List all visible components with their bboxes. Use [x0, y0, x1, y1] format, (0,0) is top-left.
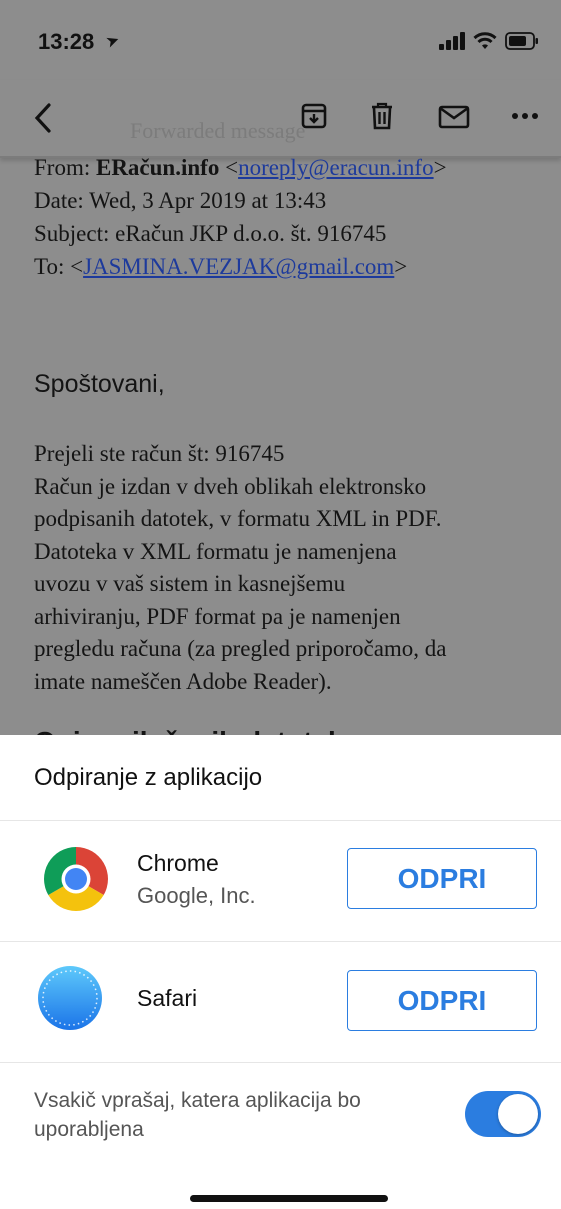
more-button[interactable] [508, 106, 542, 126]
to-email-link[interactable]: JASMINA.VEZJAK@gmail.com [83, 254, 394, 279]
wifi-icon [473, 32, 497, 49]
open-safari-button[interactable]: ODPRI [347, 970, 537, 1031]
from-label: From: [34, 155, 96, 180]
mark-unread-button[interactable] [436, 102, 472, 132]
email-view: 13:28 ➤ Forwarded message From: ERačun.i… [0, 0, 561, 735]
open-chrome-button[interactable]: ODPRI [347, 848, 537, 909]
app-name: Safari [137, 985, 198, 1011]
mail-icon [438, 105, 470, 129]
body-line: Datoteka v XML formatu je namenjena [34, 538, 397, 564]
app-developer: Google, Inc. [137, 883, 256, 908]
battery-icon [505, 32, 538, 50]
to-label: To: [34, 254, 71, 279]
from-email-link[interactable]: noreply@eracun.info [238, 155, 434, 180]
sheet-title: Odpiranje z aplikacijo [34, 764, 263, 791]
body-line: imate nameščen Adobe Reader). [34, 668, 332, 694]
more-icon [512, 113, 538, 119]
body-line: Prejeli ste račun št: 916745 [34, 441, 285, 466]
back-button[interactable] [28, 98, 58, 138]
date-line: Date: Wed, 3 Apr 2019 at 13:43 [34, 188, 327, 213]
email-body: Prejeli ste račun št: 916745 Račun je iz… [34, 438, 534, 698]
greeting: Spoštovani, [34, 370, 165, 398]
chevron-left-icon [34, 103, 51, 133]
toggle-knob [498, 1094, 538, 1134]
status-bar: 13:28 ➤ [0, 0, 561, 80]
to-line: To: <JASMINA.VEZJAK@gmail.com> [34, 254, 408, 279]
open-with-sheet: Odpiranje z aplikacijo Chrome Google, In… [0, 735, 561, 1209]
body-line: arhiviranju, PDF format pa je namenjen [34, 603, 401, 629]
signal-icon [439, 32, 465, 50]
location-arrow-icon: ➤ [103, 31, 123, 52]
always-ask-label: Vsakič vprašaj, katera aplikacija bo upo… [34, 1089, 361, 1141]
attachments-heading: Opis priloženih datotek [34, 726, 344, 735]
body-line: podpisanih datotek, v formatu XML in PDF… [34, 506, 442, 531]
forwarded-label: Forwarded message [130, 118, 306, 143]
from-line: From: ERačun.info <noreply@eracun.info> [34, 155, 447, 180]
status-time: 13:28 [38, 29, 95, 54]
body-line: pregledu računa (za pregled priporočamo,… [34, 636, 447, 661]
divider [0, 1062, 561, 1063]
subject-line: Subject: eRačun JKP d.o.o. št. 916745 [34, 221, 387, 246]
app-name: Chrome [137, 850, 219, 876]
home-indicator[interactable] [190, 1195, 388, 1202]
chrome-icon [44, 847, 108, 911]
safari-icon [38, 966, 102, 1030]
from-name: ERačun.info [95, 155, 220, 180]
app-row-chrome: Chrome Google, Inc. ODPRI [0, 821, 561, 941]
body-line: uvozu v vaš sistem in kasnejšemu [34, 571, 346, 596]
delete-button[interactable] [366, 100, 398, 132]
always-ask-toggle[interactable] [465, 1091, 541, 1137]
body-line: Račun je izdan v dveh oblikah elektronsk… [34, 473, 427, 499]
app-row-safari: Safari ODPRI [0, 942, 561, 1062]
trash-icon [372, 102, 392, 130]
